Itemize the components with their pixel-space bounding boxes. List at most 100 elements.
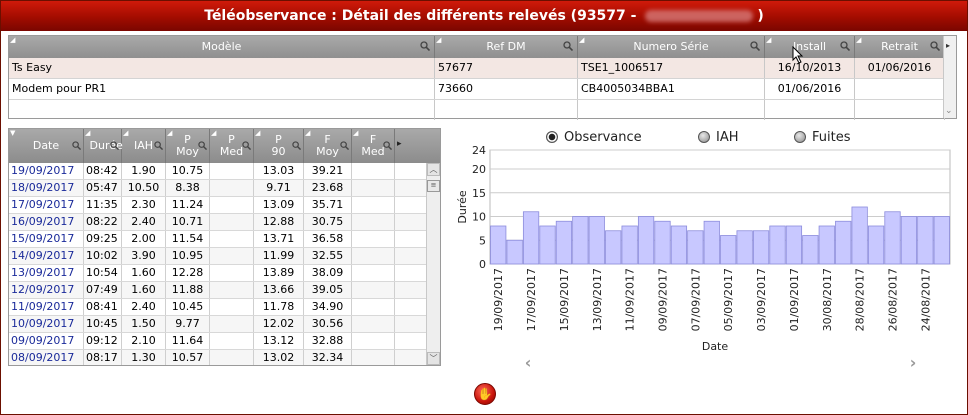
cell-p-med — [210, 265, 254, 281]
col-header-p-90[interactable]: ◢ P 90 — [254, 129, 304, 163]
cell-date[interactable]: 19/09/2017 — [9, 163, 84, 179]
table-row[interactable]: 14/09/2017 10:02 3.90 10.95 11.99 32.55 — [9, 248, 426, 265]
cell-f-moy: 30.75 — [304, 214, 352, 230]
cell-date[interactable]: 16/09/2017 — [9, 214, 84, 230]
table-row[interactable]: Ts Easy 57677 TSE1_1006517 16/10/2013 01… — [9, 58, 945, 79]
col-header-install[interactable]: ◢ Install — [765, 36, 855, 58]
legend-option-observance[interactable]: Observance — [546, 128, 642, 146]
search-icon[interactable] — [242, 141, 251, 150]
col-header-modele[interactable]: ◢ Modèle — [9, 36, 435, 58]
redacted-name — [645, 10, 754, 22]
chart-bar — [555, 220, 573, 265]
cell-date[interactable]: 15/09/2017 — [9, 231, 84, 247]
cell-p-90: 12.88 — [254, 214, 304, 230]
cell-date[interactable]: 11/09/2017 — [9, 299, 84, 315]
cell-install: 16/10/2013 — [765, 58, 855, 78]
cell-p-med — [210, 163, 254, 179]
col-header-numero-serie[interactable]: ◢ Numero Série — [578, 36, 765, 58]
legend-option-fuites[interactable]: Fuites — [794, 128, 851, 146]
col-header-ref-dm[interactable]: ◢ Ref DM — [435, 36, 578, 58]
radio-selected-icon[interactable] — [546, 131, 558, 143]
cell-date[interactable]: 08/09/2017 — [9, 350, 84, 365]
resize-corner-icon: ◢ — [766, 36, 772, 44]
scroll-down-arrow-icon[interactable]: ﹀ — [427, 352, 440, 365]
table-row[interactable]: 13/09/2017 10:54 1.60 12.28 13.89 38.09 — [9, 265, 426, 282]
radio-icon[interactable] — [698, 131, 710, 143]
col-header-duree[interactable]: ◢ Durée — [84, 129, 123, 163]
table-row[interactable]: Modem pour PR1 73660 CB4005034BBA1 01/06… — [9, 79, 945, 100]
cell-p-med — [210, 197, 254, 213]
col-header-f-med[interactable]: ◢ F Med — [352, 129, 395, 163]
cell-modele: Ts Easy — [9, 58, 435, 78]
search-icon[interactable] — [750, 41, 760, 51]
cell-p-90: 12.02 — [254, 316, 304, 332]
chart-next-arrow-icon[interactable]: › — [906, 355, 920, 371]
col-header-date[interactable]: ▼ Date — [9, 129, 84, 163]
table-row[interactable]: 11/09/2017 08:41 2.40 10.45 11.78 34.90 — [9, 299, 426, 316]
resize-corner-icon: ◢ — [305, 129, 311, 137]
cell-p-90: 9.71 — [254, 180, 304, 196]
search-icon[interactable] — [420, 41, 430, 51]
cell-date[interactable]: 13/09/2017 — [9, 265, 84, 281]
cell-p-moy: 8.38 — [166, 180, 210, 196]
search-icon[interactable] — [383, 141, 392, 150]
legend-option-iah[interactable]: IAH — [698, 128, 739, 146]
table-row[interactable]: 10/09/2017 10:45 1.50 9.77 12.02 30.56 — [9, 316, 426, 333]
table-row[interactable]: 19/09/2017 08:42 1.90 10.75 13.03 39.21 — [9, 163, 426, 180]
cell-date[interactable]: 17/09/2017 — [9, 197, 84, 213]
cell-date[interactable]: 18/09/2017 — [9, 180, 84, 196]
search-icon[interactable] — [563, 41, 573, 51]
scroll-thumb[interactable]: ≡ — [427, 180, 440, 192]
scroll-down-arrow-icon[interactable]: ⌄ — [945, 106, 953, 116]
radio-icon[interactable] — [794, 131, 806, 143]
more-columns-arrow-icon[interactable]: ▸ — [397, 139, 402, 149]
col-header-p-moy[interactable]: ◢ P Moy — [166, 129, 210, 163]
resize-corner-icon: ◢ — [436, 36, 442, 44]
col-header-iah[interactable]: ◢ IAH — [122, 129, 166, 163]
device-table-scrollbar[interactable]: ▸ ⌄ — [943, 36, 956, 118]
cell-date[interactable]: 14/09/2017 — [9, 248, 84, 264]
chart-bar — [490, 225, 507, 265]
chart-prev-arrow-icon[interactable]: ‹ — [521, 355, 535, 371]
resize-corner-icon: ◢ — [10, 36, 16, 44]
chart-bar — [900, 216, 918, 265]
col-header-retrait[interactable]: ◢ Retrait — [855, 36, 945, 58]
search-icon[interactable] — [72, 141, 81, 150]
search-icon[interactable] — [292, 141, 301, 150]
cell-empty — [855, 100, 945, 120]
cell-f-moy: 32.55 — [304, 248, 352, 264]
search-icon[interactable] — [154, 141, 163, 150]
col-header-f-moy[interactable]: ◢ F Moy — [304, 129, 352, 163]
search-icon[interactable] — [840, 41, 850, 51]
search-icon[interactable] — [110, 141, 119, 150]
cell-date[interactable]: 12/09/2017 — [9, 282, 84, 298]
table-row[interactable]: 12/09/2017 07:49 1.60 11.88 13.66 39.05 — [9, 282, 426, 299]
scroll-right-arrow-icon[interactable]: ▸ — [946, 41, 950, 50]
cell-f-med — [352, 197, 395, 213]
table-row[interactable]: 15/09/2017 09:25 2.00 11.54 13.71 36.58 — [9, 231, 426, 248]
search-icon[interactable] — [340, 141, 349, 150]
cell-f-med — [352, 231, 395, 247]
table-row[interactable]: 18/09/2017 05:47 10.50 8.38 9.71 23.68 — [9, 180, 426, 197]
cell-f-med — [352, 350, 395, 365]
col-header-p-med[interactable]: ◢ P Med — [210, 129, 254, 163]
table-row[interactable]: 16/09/2017 08:22 2.40 10.71 12.88 30.75 — [9, 214, 426, 231]
chart-bar — [539, 225, 556, 265]
resize-corner-icon: ◢ — [211, 129, 217, 137]
search-icon[interactable] — [198, 141, 207, 150]
x-tick-label: 15/09/2017 — [558, 268, 571, 331]
cell-duree: 08:22 — [84, 214, 122, 230]
cell-duree: 10:54 — [84, 265, 122, 281]
cell-date[interactable]: 10/09/2017 — [9, 316, 84, 332]
chart-bar — [818, 225, 835, 265]
readings-table-scrollbar[interactable]: ︿ ≡ ﹀ — [426, 163, 440, 365]
table-row[interactable]: 17/09/2017 11:35 2.30 11.24 13.09 35.71 — [9, 197, 426, 214]
search-icon[interactable] — [930, 41, 940, 51]
cell-date[interactable]: 09/09/2017 — [9, 333, 84, 349]
device-table-header: ◢ Modèle ◢ Ref DM ◢ Numero Série ◢ Insta… — [9, 36, 945, 58]
table-row[interactable]: 09/09/2017 09:12 2.10 11.64 13.12 32.88 — [9, 333, 426, 350]
stop-hand-button[interactable]: ✋ — [474, 383, 496, 405]
x-tick-label: 28/08/2017 — [854, 268, 867, 331]
scroll-up-arrow-icon[interactable]: ︿ — [427, 163, 440, 176]
table-row[interactable]: 08/09/2017 08:17 1.30 10.57 13.02 32.34 — [9, 350, 426, 365]
